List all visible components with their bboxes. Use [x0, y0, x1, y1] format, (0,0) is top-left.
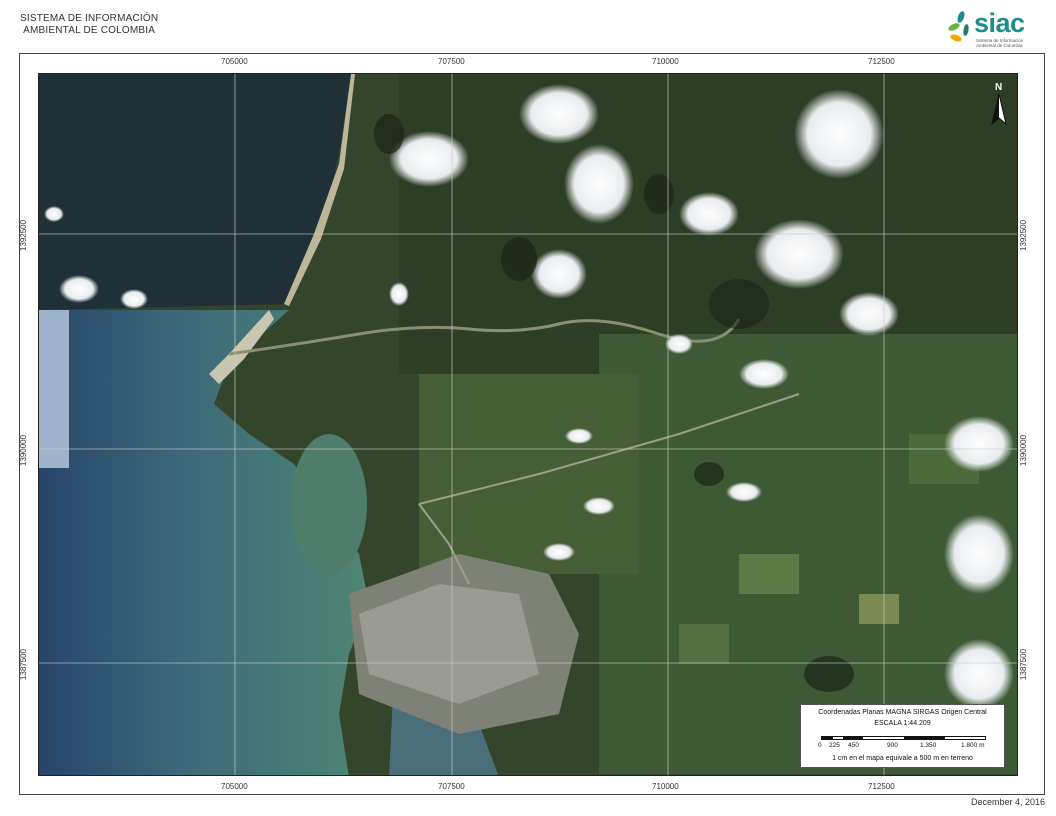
north-arrow-icon [991, 94, 1007, 126]
scale-label-0: 0 [818, 742, 822, 749]
logo-brand: siac [974, 8, 1025, 38]
print-date: December 4, 2016 [970, 797, 1045, 807]
tick-left-1392500: 1392500 [19, 219, 29, 252]
tick-top-707500: 707500 [438, 57, 465, 66]
header-title-line1: SISTEMA DE INFORMACIÓN [20, 13, 159, 24]
tick-right-1390000: 1390000 [1019, 434, 1029, 467]
scale-ratio: ESCALA 1:44.209 [874, 720, 931, 727]
tick-left-1390000: 1390000 [19, 434, 29, 467]
tick-bottom-707500: 707500 [438, 782, 465, 791]
scale-legend: Coordenadas Planas MAGNA SIRGAS Origen C… [800, 704, 1005, 768]
north-letter: N [995, 82, 1003, 93]
logo-subtitle: Sistema de Información Ambiental de Colo… [976, 38, 1024, 48]
tick-right-1387500: 1387500 [1019, 648, 1029, 681]
scale-label-900: 900 [887, 742, 898, 749]
header-title: SISTEMA DE INFORMACIÓN AMBIENTAL DE COLO… [20, 13, 158, 37]
tick-bottom-710000: 710000 [652, 782, 679, 791]
tick-top-712500: 712500 [868, 57, 895, 66]
scale-seg-1 [822, 737, 833, 739]
scale-label-1800: 1.800 m [961, 742, 985, 749]
satellite-imagery [39, 74, 1017, 775]
scale-coord-system: Coordenadas Planas MAGNA SIRGAS Origen C… [818, 709, 987, 716]
header-title-line2: AMBIENTAL DE COLOMBIA [23, 25, 156, 36]
scale-equivalence: 1 cm en el mapa equivale a 500 m en terr… [832, 755, 973, 762]
tick-bottom-705000: 705000 [221, 782, 248, 791]
tick-top-705000: 705000 [221, 57, 248, 66]
scale-label-225: 225 [829, 742, 840, 749]
scale-label-450: 450 [848, 742, 859, 749]
scale-label-1350: 1.350 [920, 742, 937, 749]
scale-seg-3 [904, 737, 945, 739]
north-arrow: N [988, 82, 1010, 126]
leaf-icon [948, 11, 969, 42]
tick-bottom-712500: 712500 [868, 782, 895, 791]
satellite-map[interactable] [38, 73, 1018, 776]
tick-right-1392500: 1392500 [1019, 219, 1029, 252]
scale-bar [821, 736, 986, 740]
scale-seg-2 [843, 737, 863, 739]
tick-left-1387500: 1387500 [19, 648, 29, 681]
tick-top-710000: 710000 [652, 57, 679, 66]
siac-logo: siac Sistema de Información Ambiental de… [946, 8, 1036, 52]
